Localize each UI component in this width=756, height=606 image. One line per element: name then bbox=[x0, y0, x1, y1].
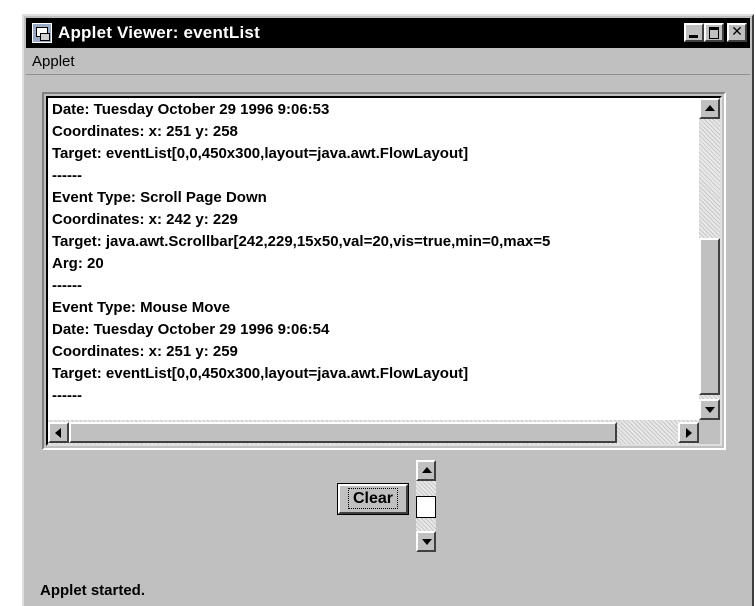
close-icon: ✕ bbox=[731, 24, 743, 40]
scroll-right-button[interactable] bbox=[678, 422, 699, 443]
scroll-down-button[interactable] bbox=[699, 399, 720, 420]
arrow-down-icon bbox=[705, 407, 715, 413]
event-log-text[interactable]: Date: Tuesday October 29 1996 9:06:53 Coo… bbox=[48, 98, 699, 420]
close-button[interactable]: ✕ bbox=[727, 23, 747, 42]
event-log-line: Date: Tuesday October 29 1996 9:06:53 bbox=[52, 101, 330, 118]
scrollbar-corner bbox=[699, 420, 720, 444]
minimize-icon bbox=[689, 35, 698, 38]
arrow-up-icon bbox=[422, 467, 432, 473]
vertical-scroll-thumb[interactable] bbox=[699, 238, 720, 395]
clear-button-label: Clear bbox=[347, 488, 399, 509]
small-scroll-thumb[interactable] bbox=[416, 496, 436, 518]
applet-viewer-window: Applet Viewer: eventList ✕ Applet Date: … bbox=[22, 14, 754, 606]
maximize-button[interactable] bbox=[704, 23, 724, 42]
small-vertical-scrollbar[interactable] bbox=[416, 460, 436, 552]
event-log-line: Target: eventList[0,0,450x300,layout=jav… bbox=[52, 365, 469, 382]
small-scroll-down-button[interactable] bbox=[416, 531, 436, 552]
arrow-right-icon bbox=[686, 428, 692, 438]
menu-bar: Applet bbox=[26, 50, 750, 75]
maximize-icon bbox=[709, 27, 719, 39]
event-log-line: Arg: 20 bbox=[52, 255, 104, 272]
horizontal-scroll-thumb[interactable] bbox=[69, 422, 617, 443]
status-text: Applet started. bbox=[40, 582, 146, 599]
event-log-line: ------ bbox=[52, 167, 82, 184]
applet-window-icon[interactable] bbox=[32, 23, 52, 43]
scroll-left-button[interactable] bbox=[48, 422, 69, 443]
window-title: Applet Viewer: eventList bbox=[58, 23, 260, 42]
arrow-up-icon bbox=[705, 105, 715, 111]
arrow-down-icon bbox=[422, 539, 432, 545]
event-log-textarea: Date: Tuesday October 29 1996 9:06:53 Coo… bbox=[42, 92, 726, 450]
event-log-line: Coordinates: x: 251 y: 258 bbox=[52, 123, 238, 140]
arrow-left-icon bbox=[55, 428, 61, 438]
minimize-button[interactable] bbox=[684, 23, 704, 42]
menu-applet[interactable]: Applet bbox=[32, 53, 75, 70]
scroll-up-button[interactable] bbox=[699, 98, 720, 119]
title-bar[interactable]: Applet Viewer: eventList ✕ bbox=[26, 18, 750, 48]
clear-button[interactable]: Clear bbox=[337, 483, 409, 515]
event-log-line: Event Type: Mouse Move bbox=[52, 299, 231, 316]
small-scroll-up-button[interactable] bbox=[416, 460, 436, 481]
event-log-line: ------ bbox=[52, 387, 82, 404]
event-log-line: Coordinates: x: 251 y: 259 bbox=[52, 343, 238, 360]
event-log-line: Target: java.awt.Scrollbar[242,229,15x50… bbox=[52, 233, 551, 250]
event-log-inner: Date: Tuesday October 29 1996 9:06:53 Coo… bbox=[46, 96, 722, 446]
vertical-scrollbar[interactable] bbox=[699, 98, 720, 420]
event-log-line: Target: eventList[0,0,450x300,layout=jav… bbox=[52, 145, 469, 162]
horizontal-scrollbar[interactable] bbox=[48, 420, 699, 444]
event-log-line: Coordinates: x: 242 y: 229 bbox=[52, 211, 238, 228]
event-log-line: Event Type: Scroll Page Down bbox=[52, 189, 267, 206]
event-log-line: ------ bbox=[52, 277, 82, 294]
event-log-line: Date: Tuesday October 29 1996 9:06:54 bbox=[52, 321, 330, 338]
